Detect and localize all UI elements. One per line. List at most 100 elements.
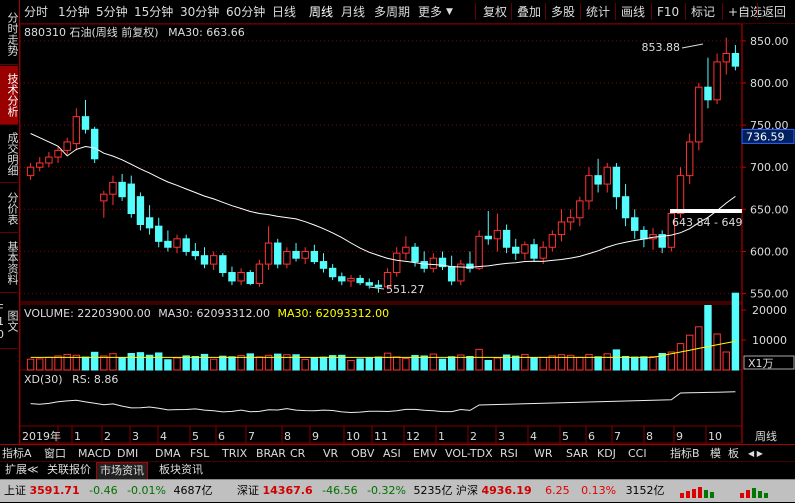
candle-body bbox=[576, 200, 584, 219]
time-label-0: 2019年 bbox=[22, 429, 61, 443]
volume-bar bbox=[246, 353, 254, 371]
kline-chart[interactable]: 850.00800.00750.00700.00650.00600.00550.… bbox=[0, 0, 795, 444]
volume-bar bbox=[685, 334, 694, 371]
candle-body bbox=[127, 183, 135, 215]
candle-body bbox=[722, 52, 730, 63]
volume-bar bbox=[118, 357, 126, 371]
volume-bar bbox=[631, 356, 639, 371]
sh-index[interactable]: 上证 3591.71 -0.46 -0.01% 4687亿 bbox=[4, 483, 213, 499]
candle-body bbox=[173, 238, 181, 248]
indicator-tab-8[interactable]: CR bbox=[290, 445, 305, 462]
volume-unit-label: X1万 bbox=[748, 357, 774, 370]
price-tick-label-3: 700.00 bbox=[750, 161, 789, 174]
time-label-6: 6 bbox=[218, 430, 225, 443]
candle-body bbox=[63, 141, 71, 151]
indicator-tab-15[interactable]: WR bbox=[534, 445, 553, 462]
candle-body bbox=[338, 276, 346, 282]
candle-body bbox=[301, 250, 309, 259]
time-label-11: 11 bbox=[374, 430, 388, 443]
indicator-tab-4[interactable]: DMA bbox=[155, 445, 181, 462]
indicator-tab-12[interactable]: EMV bbox=[413, 445, 437, 462]
candle-body bbox=[72, 116, 81, 145]
volume-bar bbox=[612, 349, 621, 371]
candle-body bbox=[585, 175, 593, 202]
time-label-21: 9 bbox=[676, 430, 683, 443]
indicator-tab-7[interactable]: BRAR bbox=[256, 445, 286, 462]
volume-bar bbox=[219, 355, 227, 371]
indicator-tab-2[interactable]: MACD bbox=[78, 445, 111, 462]
candle-body bbox=[640, 229, 648, 240]
indicator-tab-6[interactable]: TRIX bbox=[222, 445, 247, 462]
volume-bar bbox=[676, 343, 685, 371]
volume-tick-label-1: 10000 bbox=[752, 334, 787, 347]
volume-bar bbox=[155, 352, 163, 371]
indicator-value: RS: 8.86 bbox=[72, 373, 119, 386]
time-label-2: 2 bbox=[104, 430, 111, 443]
candle-body bbox=[182, 238, 190, 252]
volume-bar bbox=[621, 356, 630, 371]
indicator-tab-3[interactable]: DMI bbox=[117, 445, 138, 462]
price-tick-label-6: 550.00 bbox=[750, 288, 789, 301]
volume-bar bbox=[548, 355, 557, 371]
indicator-tab-5[interactable]: FSL bbox=[190, 445, 209, 462]
indicator-tab-1[interactable]: 窗口 bbox=[44, 445, 66, 462]
volume-bar bbox=[530, 357, 538, 371]
candle-body bbox=[521, 244, 529, 254]
volume-bar bbox=[722, 351, 730, 371]
indicator-tab-10[interactable]: OBV bbox=[351, 445, 374, 462]
hs-index[interactable]: 沪深 4936.19 6.25 0.13% 3152亿 bbox=[456, 483, 665, 499]
volume-bar bbox=[512, 355, 520, 371]
indicator-tab-11[interactable]: ASI bbox=[383, 445, 401, 462]
indicator-tab-14[interactable]: RSI bbox=[500, 445, 518, 462]
time-label-12: 12 bbox=[406, 430, 420, 443]
candle-body bbox=[228, 272, 236, 282]
time-label-19: 7 bbox=[614, 430, 621, 443]
candle-body bbox=[475, 235, 483, 269]
indicator-tab-13[interactable]: VOL-TDX bbox=[445, 445, 493, 462]
price-tick-label-5: 600.00 bbox=[750, 245, 789, 258]
time-label-14: 2 bbox=[470, 430, 477, 443]
volume-bar bbox=[81, 356, 90, 371]
news-tab-0[interactable]: 扩展≪ bbox=[2, 462, 42, 478]
indicator-tab-17[interactable]: KDJ bbox=[597, 445, 616, 462]
news-tab-1[interactable]: 关联报价 bbox=[44, 462, 94, 478]
volume-ma-label-2: MA30: 62093312.00 bbox=[277, 307, 390, 320]
candle-body bbox=[548, 234, 557, 248]
candle-body bbox=[264, 242, 273, 265]
indicator-tab-16[interactable]: SAR bbox=[566, 445, 588, 462]
news-tab-2[interactable]: 市场资讯 bbox=[96, 462, 148, 480]
volume-pane-title: VOLUME: 22203900.00 MA30: 62093312.00 MA… bbox=[24, 307, 389, 320]
indicator-tab-19[interactable]: 指标B bbox=[670, 445, 700, 462]
tab-scroll-arrows-icon[interactable]: ◀ ▶ bbox=[748, 445, 763, 462]
indicator-tab-0[interactable]: 指标A bbox=[2, 445, 32, 462]
sz-amount: 5235亿 bbox=[413, 484, 453, 497]
volume-bar bbox=[420, 355, 428, 371]
volume-bar bbox=[493, 357, 502, 371]
candle-body bbox=[603, 166, 611, 185]
indicator-tab-21[interactable]: 板 bbox=[728, 445, 739, 462]
volume-bar bbox=[209, 358, 218, 371]
candle-body bbox=[155, 225, 163, 242]
news-tab-3[interactable]: 板块资讯 bbox=[156, 462, 206, 478]
sz-index[interactable]: 深证 14367.6 -46.56 -0.32% 5235亿 bbox=[237, 483, 453, 499]
candle-body bbox=[621, 196, 630, 219]
sz-value: 14367.6 bbox=[262, 484, 313, 497]
volume-ma-line bbox=[30, 340, 736, 358]
volume-bar bbox=[274, 353, 282, 371]
indicator-tab-18[interactable]: CCI bbox=[628, 445, 647, 462]
candle-body bbox=[90, 128, 99, 160]
candle-body bbox=[36, 162, 44, 168]
time-label-8: 8 bbox=[284, 430, 291, 443]
sh-change: -0.46 bbox=[89, 484, 118, 497]
volume-bar bbox=[713, 333, 721, 371]
candle-body bbox=[429, 257, 438, 269]
time-label-16: 4 bbox=[530, 430, 537, 443]
volume-label: VOLUME: 22203900.00 bbox=[24, 307, 151, 320]
volume-bar bbox=[402, 358, 410, 371]
sh-pct: -0.01% bbox=[127, 484, 166, 497]
indicator-tab-9[interactable]: VR bbox=[323, 445, 338, 462]
candle-body bbox=[145, 217, 154, 229]
volume-bar bbox=[63, 353, 71, 371]
candle-body bbox=[219, 255, 227, 274]
indicator-tab-20[interactable]: 模 bbox=[710, 445, 721, 462]
